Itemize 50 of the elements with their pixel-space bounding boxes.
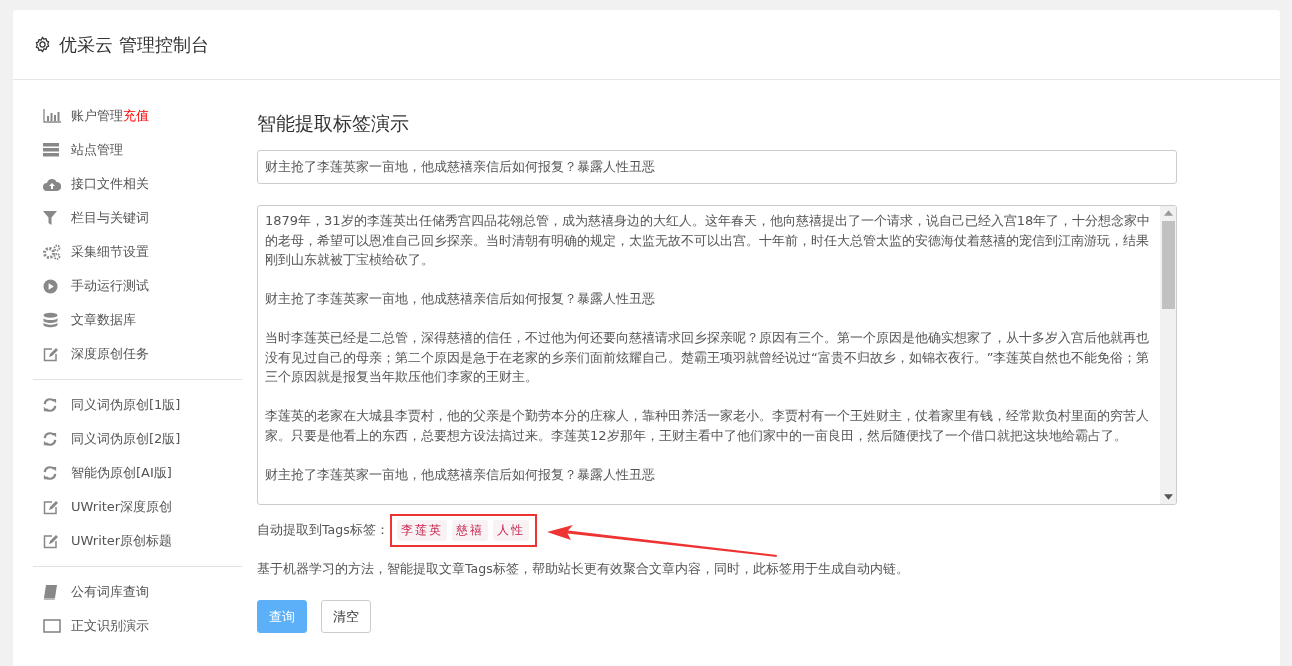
edit-icon — [43, 533, 59, 549]
server-icon — [43, 143, 59, 157]
content-paragraph: 1879年，31岁的李莲英出任储秀宫四品花翎总管，成为慈禧身边的大红人。这年春天，他向慈禧提出了一个请求，说自己已经入宫18年了，十分想念家中的老母，希望可以恩准自己回乡探亲。当时清朝有明确的规定，太监无故不可以出宫。十年前，时任大总管太监的安德海仗着慈禧的宠信到江南游玩，结果刚到山东就被丁宝桢给砍了。 — [265, 212, 1152, 269]
sidebar-item[interactable]: 正文识别演示 — [33, 609, 242, 643]
console-title: 优采云 管理控制台 — [59, 32, 209, 57]
sidebar-item[interactable]: UWriter深度原创 — [33, 490, 242, 524]
edit-icon — [43, 499, 59, 515]
settings-icon — [34, 36, 51, 53]
tag: 慈禧 — [451, 519, 488, 541]
sidebar-item[interactable]: 栏目与关键词 — [33, 201, 242, 235]
content-paragraph: 当时李莲英已经是二总管，深得慈禧的信任，不过他为何还要向慈禧请求回乡探亲呢？原因有三个。第一个原因是他确实想家了，从十多岁入宫后他就再也没有见过自己的母亲；第二个原因是急于在老家的乡亲们面前炫耀自己。楚霸王项羽就曾经说过“富贵不归故乡，如锦衣夜行。”李莲英自然也不能免俗；第三个原因就是报复当年欺压他们李家的王财主。 — [265, 329, 1151, 386]
sidebar-item[interactable]: 深度原创任务 — [33, 337, 242, 371]
play-icon — [43, 278, 58, 294]
tags-label: 自动提取到Tags标签： — [257, 521, 389, 539]
tag: 李莲英 — [396, 519, 447, 541]
clear-button[interactable]: 清空 — [321, 600, 371, 633]
refresh-icon — [43, 432, 57, 446]
content-text-area[interactable] — [257, 205, 1177, 505]
title-input-field[interactable]: 财主抢了李莲英家一亩地，他成慈禧亲信后如何报复？暴露人性丑恶 — [257, 150, 1177, 184]
sidebar-item[interactable]: 手动运行测试 — [33, 269, 242, 303]
sidebar-item[interactable]: UWriter原创标题 — [33, 524, 242, 558]
sidebar-item[interactable]: 同义词伪原创[2版] — [33, 422, 242, 456]
sidebar-item[interactable]: 账户管理充值 — [33, 99, 242, 133]
refresh-icon — [43, 466, 57, 480]
scrollbar[interactable] — [1160, 206, 1176, 504]
monitor-icon — [43, 619, 61, 633]
scroll-up-icon[interactable] — [1163, 210, 1173, 216]
scroll-down-icon[interactable] — [1163, 494, 1173, 500]
content-paragraph: 李莲英的老家在大城县李贾村，他的父亲是个勤劳本分的庄稼人，靠种田养活一家老小。李贾村有一个王姓财主，仗着家里有钱，经常欺负村里面的穷苦人家。只要是他看上的东西，总要想方设法搞过来。李莲英12岁那年，王财主看中了他们家中的一亩良田，然后随便找了一个借口就把这块地给霸占了。 — [265, 407, 1150, 445]
sidebar-item[interactable]: 智能伪原创[AI版] — [33, 456, 242, 490]
book-icon — [43, 584, 57, 600]
scroll-thumb[interactable] — [1161, 221, 1175, 309]
content-paragraph: 财主抢了李莲英家一亩地，他成慈禧亲信后如何报复？暴露人性丑恶 — [265, 290, 656, 308]
section-heading: 智能提取标签演示 — [257, 111, 410, 136]
sidebar-item[interactable]: 采集细节设置 — [33, 235, 242, 269]
tag: 人性 — [492, 519, 529, 541]
edit-icon — [43, 346, 59, 362]
recharge-link[interactable]: 充值 — [123, 108, 149, 123]
sidebar-item[interactable]: 站点管理 — [33, 133, 242, 167]
filter-icon — [43, 211, 57, 225]
sidebar-item[interactable]: 公有词库查询 — [33, 575, 242, 609]
sidebar-item[interactable]: 同义词伪原创[1版] — [33, 388, 242, 422]
description-text: 基于机器学习的方法，智能提取文章Tags标签，帮助站长更有效聚合文章内容，同时，此标签用于生成自动内链。 — [257, 561, 910, 578]
sidebar-item[interactable]: 接口文件相关 — [33, 167, 242, 201]
sidebar-item[interactable]: 文章数据库 — [33, 303, 242, 337]
database-icon — [43, 312, 58, 328]
refresh-icon — [43, 398, 57, 412]
content-paragraph: 财主抢了李莲英家一亩地，他成慈禧亲信后如何报复？暴露人性丑恶 — [265, 465, 656, 484]
cloud-upload-icon — [43, 177, 61, 191]
bar-chart-icon — [43, 109, 61, 123]
